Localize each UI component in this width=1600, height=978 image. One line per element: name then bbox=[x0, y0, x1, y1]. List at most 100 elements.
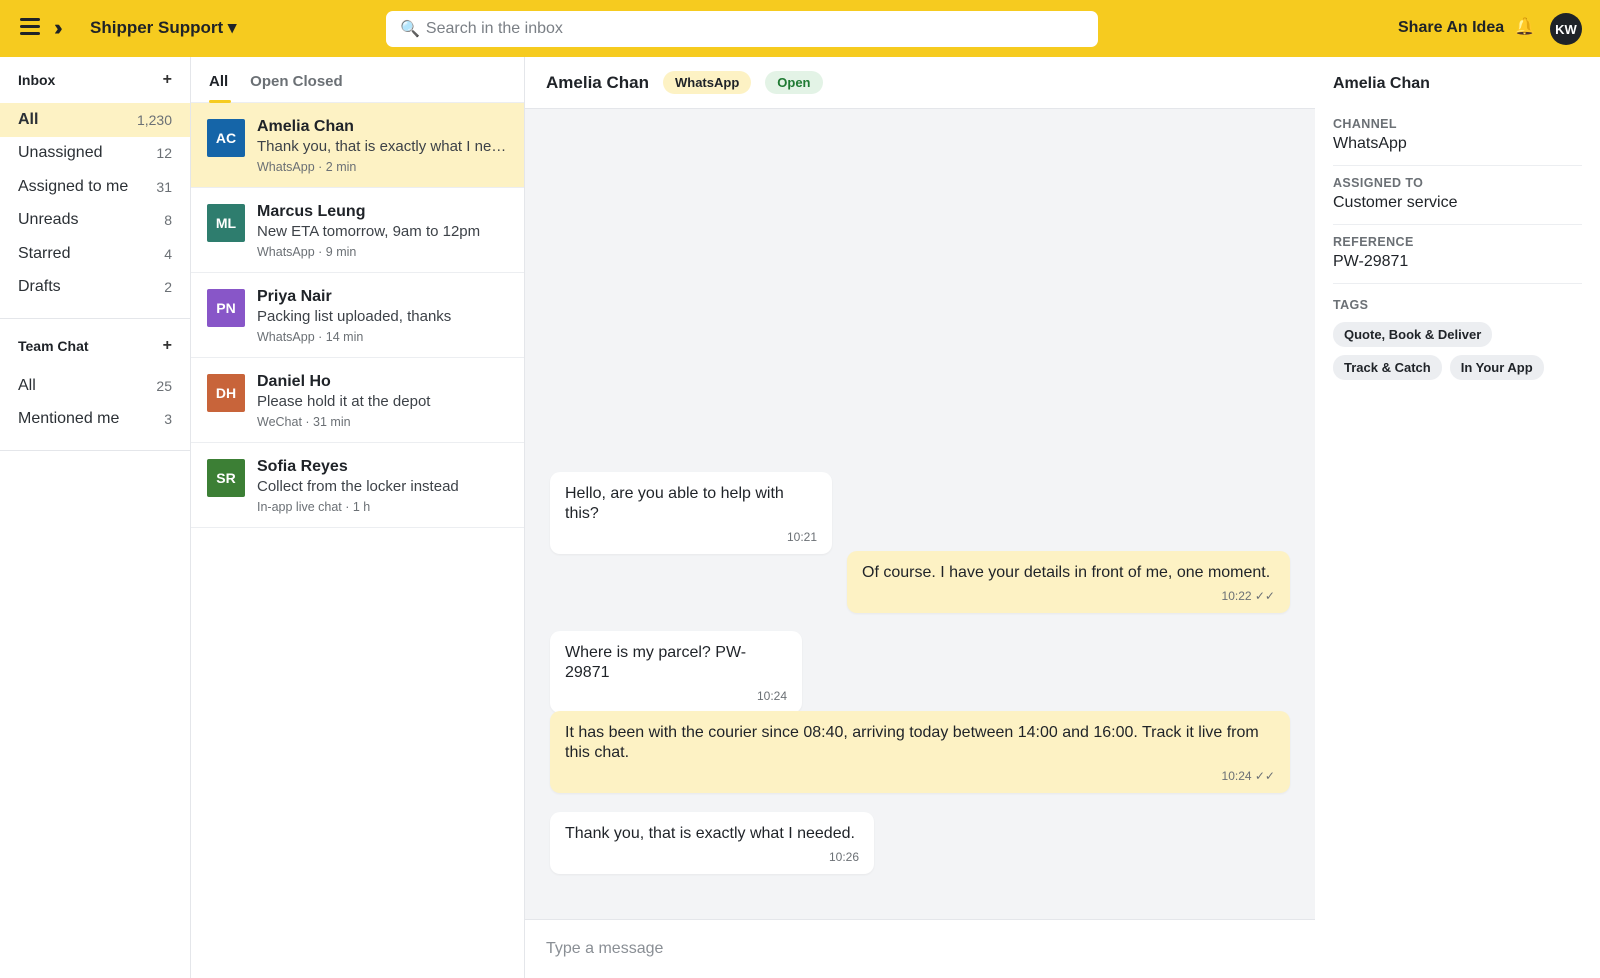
chat-header: Amelia Chan WhatsApp Open bbox=[525, 57, 1315, 109]
share-idea-link[interactable]: Share An Idea bbox=[1398, 19, 1504, 37]
sidebar-item-count: 1,230 bbox=[136, 111, 172, 128]
sidebar-item-mentioned-me[interactable]: Mentioned me 3 bbox=[0, 403, 190, 437]
sidebar-item-unreads[interactable]: Unreads 8 bbox=[0, 204, 190, 238]
conversation-meta: WeChat · 31 min bbox=[257, 415, 351, 429]
tab-all[interactable]: All bbox=[209, 73, 232, 103]
outgoing-message: It has been with the courier since 08:40… bbox=[550, 711, 1290, 793]
sidebar-item-assigned-to-me[interactable]: Assigned to me 31 bbox=[0, 170, 190, 204]
conversation-meta: WhatsApp · 14 min bbox=[257, 330, 364, 344]
conversation-body: Daniel Ho Please hold it at the depot We… bbox=[257, 372, 508, 442]
sidebar-item-starred[interactable]: Starred 4 bbox=[0, 237, 190, 271]
contact-name: Marcus Leung bbox=[257, 203, 366, 220]
sidebar-item-unassigned[interactable]: Unassigned 12 bbox=[0, 137, 190, 171]
message-text: Thank you, that is exactly what I needed… bbox=[565, 825, 855, 842]
channel-badge: WhatsApp bbox=[662, 71, 752, 94]
add-team-chat-button[interactable]: + bbox=[163, 337, 172, 355]
sidebar-item-label: Assigned to me bbox=[18, 177, 129, 195]
conversation-body: Amelia Chan Thank you, that is exactly w… bbox=[257, 117, 508, 187]
expand-sidebar-icon[interactable]: ›› bbox=[54, 16, 62, 40]
divider bbox=[0, 318, 190, 319]
field-value: WhatsApp bbox=[1333, 135, 1407, 152]
reference-field: REFERENCE PW-29871 bbox=[1333, 225, 1582, 284]
message-preview: Please hold it at the depot bbox=[257, 393, 431, 410]
sidebar-item-team-all[interactable]: All 25 bbox=[0, 369, 190, 403]
inbox-section-header: Inbox + bbox=[0, 57, 190, 103]
sidebar-item-count: 12 bbox=[156, 145, 172, 162]
avatar: AC bbox=[207, 119, 245, 157]
message-preview: Thank you, that is exactly what I needed… bbox=[257, 138, 508, 155]
sidebar-item-count: 25 bbox=[156, 377, 172, 394]
chat-contact-name: Amelia Chan bbox=[546, 72, 649, 92]
conversation-item[interactable]: ML Marcus Leung New ETA tomorrow, 9am to… bbox=[191, 188, 524, 273]
field-label: ASSIGNED TO bbox=[1333, 176, 1424, 190]
message-text: Where is my parcel? PW-29871 bbox=[565, 644, 747, 681]
bell-icon[interactable]: 🔔 bbox=[1514, 17, 1535, 37]
sidebar-item-count: 4 bbox=[164, 245, 172, 262]
message-text: Hello, are you able to help with this? bbox=[565, 485, 784, 522]
status-badge[interactable]: Open bbox=[765, 71, 823, 94]
left-sidebar: Inbox + All 1,230 Unassigned 12 Assigned… bbox=[0, 57, 191, 978]
sidebar-item-label: Starred bbox=[18, 244, 71, 262]
field-label: REFERENCE bbox=[1333, 235, 1414, 249]
contact-name: Daniel Ho bbox=[257, 373, 331, 390]
sidebar-item-label: Drafts bbox=[18, 278, 61, 296]
avatar: SR bbox=[207, 459, 245, 497]
details-contact-name: Amelia Chan bbox=[1333, 75, 1430, 92]
conversation-tabs: All Open Closed bbox=[191, 57, 524, 103]
tag-chip[interactable]: In Your App bbox=[1449, 355, 1544, 380]
user-avatar[interactable]: KW bbox=[1550, 13, 1582, 45]
sidebar-item-count: 3 bbox=[164, 411, 172, 428]
tag-chip[interactable]: Track & Catch bbox=[1333, 355, 1442, 380]
sidebar-item-all[interactable]: All 1,230 bbox=[0, 103, 190, 137]
add-inbox-button[interactable]: + bbox=[163, 71, 172, 89]
message-preview: Packing list uploaded, thanks bbox=[257, 308, 452, 325]
message-time: 10:24 ✓✓ bbox=[1221, 769, 1275, 783]
contact-name: Amelia Chan bbox=[257, 118, 354, 135]
message-time: 10:24 bbox=[756, 689, 787, 703]
channel-field: CHANNEL WhatsApp bbox=[1333, 107, 1582, 166]
message-preview: Collect from the locker instead bbox=[257, 478, 459, 495]
message-time: 10:21 bbox=[786, 530, 817, 544]
avatar: PN bbox=[207, 289, 245, 327]
sidebar-item-label: Unassigned bbox=[18, 144, 103, 162]
assigned-field[interactable]: ASSIGNED TO Customer service bbox=[1333, 166, 1582, 225]
tag-chip[interactable]: Quote, Book & Deliver bbox=[1333, 322, 1493, 347]
workspace-switcher[interactable]: Shipper Support ▾ bbox=[90, 18, 236, 38]
divider bbox=[0, 450, 190, 451]
outgoing-message: Of course. I have your details in front … bbox=[847, 551, 1290, 613]
message-time: 10:22 ✓✓ bbox=[1221, 589, 1275, 603]
contact-details-panel: Amelia Chan CHANNEL WhatsApp ASSIGNED TO… bbox=[1315, 57, 1600, 978]
conversation-item[interactable]: SR Sofia Reyes Collect from the locker i… bbox=[191, 443, 524, 528]
message-preview: New ETA tomorrow, 9am to 12pm bbox=[257, 223, 481, 240]
field-value: PW-29871 bbox=[1333, 253, 1409, 270]
conversation-item[interactable]: PN Priya Nair Packing list uploaded, tha… bbox=[191, 273, 524, 358]
sidebar-item-drafts[interactable]: Drafts 2 bbox=[0, 271, 190, 305]
sidebar-item-label: Unreads bbox=[18, 211, 79, 229]
message-text: Of course. I have your details in front … bbox=[862, 564, 1271, 581]
team-chat-section-header: Team Chat + bbox=[0, 323, 190, 369]
avatar: ML bbox=[207, 204, 245, 242]
search-bar[interactable]: 🔍 bbox=[386, 11, 1098, 47]
tab-open-closed[interactable]: Open Closed bbox=[250, 73, 343, 102]
menu-icon[interactable] bbox=[20, 18, 40, 38]
conversation-meta: WhatsApp · 9 min bbox=[257, 245, 357, 259]
incoming-message: Where is my parcel? PW-29871 10:24 bbox=[550, 631, 802, 713]
sidebar-item-label: Mentioned me bbox=[18, 410, 120, 428]
sidebar-item-count: 31 bbox=[156, 178, 172, 195]
message-composer bbox=[525, 919, 1315, 978]
message-text: It has been with the courier since 08:40… bbox=[565, 724, 1259, 761]
search-input[interactable] bbox=[425, 20, 1066, 38]
conversation-item[interactable]: DH Daniel Ho Please hold it at the depot… bbox=[191, 358, 524, 443]
contact-name: Sofia Reyes bbox=[257, 458, 348, 475]
message-input[interactable] bbox=[546, 940, 1286, 958]
chat-panel: Amelia Chan WhatsApp Open Hello, are you… bbox=[525, 57, 1315, 978]
conversation-item[interactable]: AC Amelia Chan Thank you, that is exactl… bbox=[191, 103, 524, 188]
sidebar-item-label: All bbox=[18, 110, 39, 128]
top-bar: ›› Shipper Support ▾ 🔍 Share An Idea 🔔 K… bbox=[0, 0, 1600, 57]
team-chat-title: Team Chat bbox=[18, 338, 89, 354]
tags-list: Quote, Book & Deliver Track & Catch In Y… bbox=[1333, 322, 1582, 388]
sidebar-item-count: 2 bbox=[164, 279, 172, 296]
conversation-list-panel: All Open Closed AC Amelia Chan Thank you… bbox=[191, 57, 525, 978]
conversation-body: Marcus Leung New ETA tomorrow, 9am to 12… bbox=[257, 202, 508, 272]
conversation-meta: In-app live chat · 1 h bbox=[257, 500, 371, 514]
